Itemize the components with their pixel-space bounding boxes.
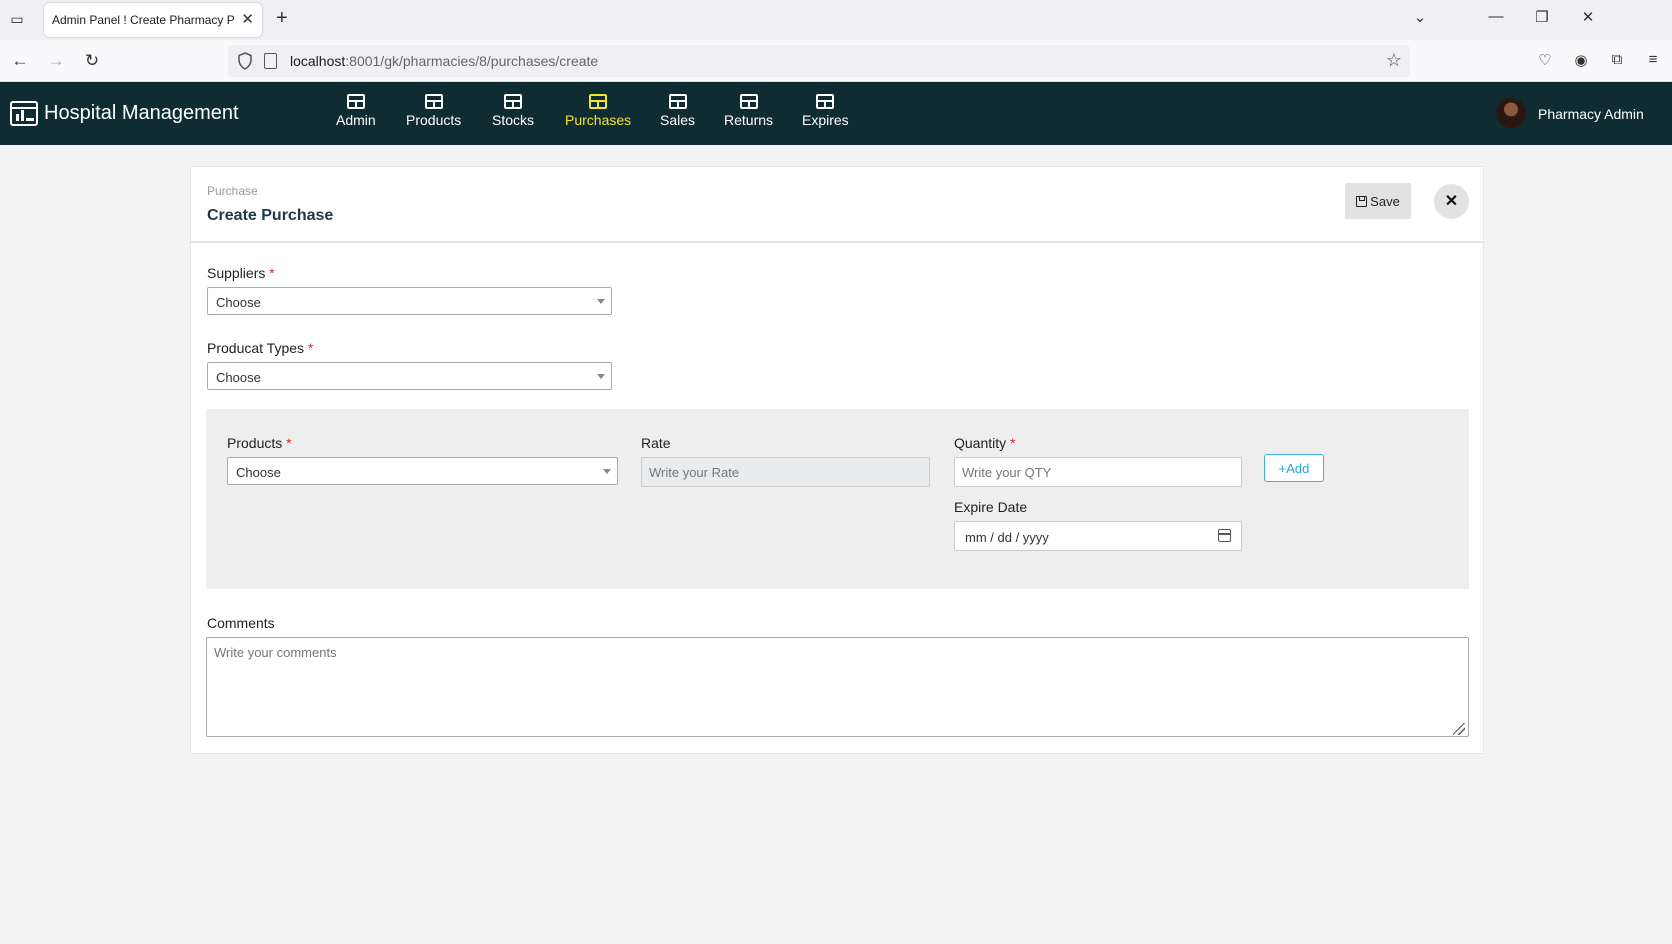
- quantity-label-text: Quantity: [954, 435, 1007, 451]
- url-bar[interactable]: localhost:8001/gk/pharmacies/8/purchases…: [228, 45, 1410, 77]
- table-icon: [668, 94, 687, 109]
- app-menu-icon[interactable]: ≡: [1643, 51, 1663, 71]
- menu-item-expires[interactable]: Expires: [802, 94, 849, 128]
- app-header: Hospital Management Admin Products Stock…: [0, 82, 1672, 145]
- rate-input[interactable]: [641, 457, 930, 487]
- menu-item-stocks[interactable]: Stocks: [492, 94, 534, 128]
- browser-nav-bar: ← → ↻ localhost:8001/gk/pharmacies/8/pur…: [0, 40, 1672, 82]
- product-types-select[interactable]: Choose: [207, 362, 612, 390]
- account-icon[interactable]: ◉: [1571, 51, 1591, 71]
- suppliers-select[interactable]: Choose: [207, 287, 612, 315]
- resize-grip-icon[interactable]: [1453, 723, 1465, 735]
- url-path: :8001/gk/pharmacies/8/purchases/create: [345, 53, 599, 69]
- required-marker: *: [269, 265, 275, 281]
- products-label-text: Products: [227, 435, 283, 451]
- floppy-disk-icon: [1356, 195, 1368, 207]
- comments-textarea[interactable]: [206, 637, 1469, 737]
- page-info-icon[interactable]: [264, 53, 277, 69]
- breadcrumb: Purchase: [207, 184, 258, 198]
- suppliers-value: Choose: [216, 295, 261, 310]
- suppliers-label: Suppliers *: [207, 265, 275, 281]
- page-title: Create Purchase: [207, 207, 334, 224]
- table-icon: [504, 94, 522, 109]
- expire-date-input[interactable]: mm / dd / yyyy: [954, 521, 1242, 551]
- suppliers-label-text: Suppliers: [207, 265, 266, 281]
- menu-label: Expires: [802, 112, 849, 128]
- tab-close-icon[interactable]: ✕: [241, 10, 254, 28]
- product-types-value: Choose: [216, 370, 261, 385]
- products-select[interactable]: Choose: [227, 457, 618, 485]
- comments-label: Comments: [207, 615, 275, 631]
- product-types-label: Producat Types *: [207, 340, 313, 356]
- calendar-icon[interactable]: [1218, 529, 1231, 542]
- menu-label: Sales: [660, 112, 696, 128]
- expire-date-label: Expire Date: [954, 499, 1028, 515]
- menu-item-returns[interactable]: Returns: [724, 94, 773, 128]
- shield-icon[interactable]: [237, 52, 253, 70]
- new-tab-icon[interactable]: +: [276, 7, 288, 30]
- table-icon: [589, 94, 608, 109]
- date-placeholder: mm / dd / yyyy: [965, 530, 1049, 545]
- pocket-icon[interactable]: ♡: [1535, 51, 1555, 71]
- required-marker: *: [307, 340, 314, 356]
- user-name[interactable]: Pharmacy Admin: [1538, 106, 1644, 122]
- tab-list-icon[interactable]: ▭: [8, 10, 26, 28]
- card-header: Purchase Create Purchase Save ✕: [191, 167, 1483, 243]
- caret-down-icon: [603, 469, 611, 474]
- menu-item-products[interactable]: Products: [406, 94, 461, 128]
- reload-icon[interactable]: ↻: [80, 49, 104, 73]
- menu-label: Purchases: [565, 112, 632, 128]
- extensions-icon[interactable]: ⧉: [1607, 51, 1627, 71]
- products-value: Choose: [236, 465, 281, 480]
- menu-label: Stocks: [492, 112, 535, 128]
- table-icon: [816, 94, 835, 109]
- minimize-icon[interactable]: —: [1486, 8, 1506, 25]
- required-marker: *: [1010, 435, 1016, 451]
- bookmark-star-icon[interactable]: ☆: [1386, 50, 1402, 71]
- add-label: Add: [1286, 460, 1310, 476]
- browser-tab[interactable]: Admin Panel ! Create Pharmacy Pur ✕: [44, 3, 262, 37]
- add-product-button[interactable]: +Add: [1264, 454, 1324, 482]
- brand-name[interactable]: Hospital Management: [44, 102, 239, 125]
- browser-tab-bar: ▭ Admin Panel ! Create Pharmacy Pur ✕ + …: [0, 0, 1672, 40]
- table-icon: [424, 94, 443, 109]
- window-close-icon[interactable]: ✕: [1578, 8, 1598, 26]
- menu-item-admin[interactable]: Admin: [336, 94, 376, 128]
- table-icon: [346, 94, 365, 109]
- menu-label: Products: [406, 112, 462, 128]
- table-icon: [739, 94, 758, 109]
- dashboard-logo-icon: [10, 101, 38, 126]
- url-host: localhost: [290, 53, 346, 69]
- menu-item-sales[interactable]: Sales: [660, 94, 695, 128]
- required-marker: *: [286, 435, 292, 451]
- rate-label: Rate: [641, 435, 671, 451]
- back-icon[interactable]: ←: [8, 49, 32, 73]
- avatar[interactable]: [1496, 98, 1526, 128]
- product-entry-panel: [206, 409, 1469, 589]
- close-button[interactable]: ✕: [1434, 184, 1469, 219]
- url-text[interactable]: localhost:8001/gk/pharmacies/8/purchases…: [290, 53, 598, 69]
- save-button[interactable]: Save: [1345, 183, 1411, 219]
- forward-icon[interactable]: →: [44, 49, 68, 73]
- caret-down-icon: [597, 374, 605, 379]
- restore-icon[interactable]: ❐: [1532, 8, 1552, 26]
- tab-overflow-chevron-icon[interactable]: ⌄: [1410, 8, 1430, 26]
- products-label: Products *: [227, 435, 292, 451]
- menu-item-purchases[interactable]: Purchases: [565, 94, 631, 128]
- tab-title: Admin Panel ! Create Pharmacy Pur: [52, 13, 234, 27]
- quantity-input[interactable]: [954, 457, 1242, 487]
- caret-down-icon: [597, 299, 605, 304]
- quantity-label: Quantity *: [954, 435, 1015, 451]
- save-label: Save: [1370, 193, 1400, 209]
- product-types-label-text: Producat Types: [207, 340, 305, 356]
- menu-label: Admin: [336, 112, 376, 128]
- menu-label: Returns: [724, 112, 774, 128]
